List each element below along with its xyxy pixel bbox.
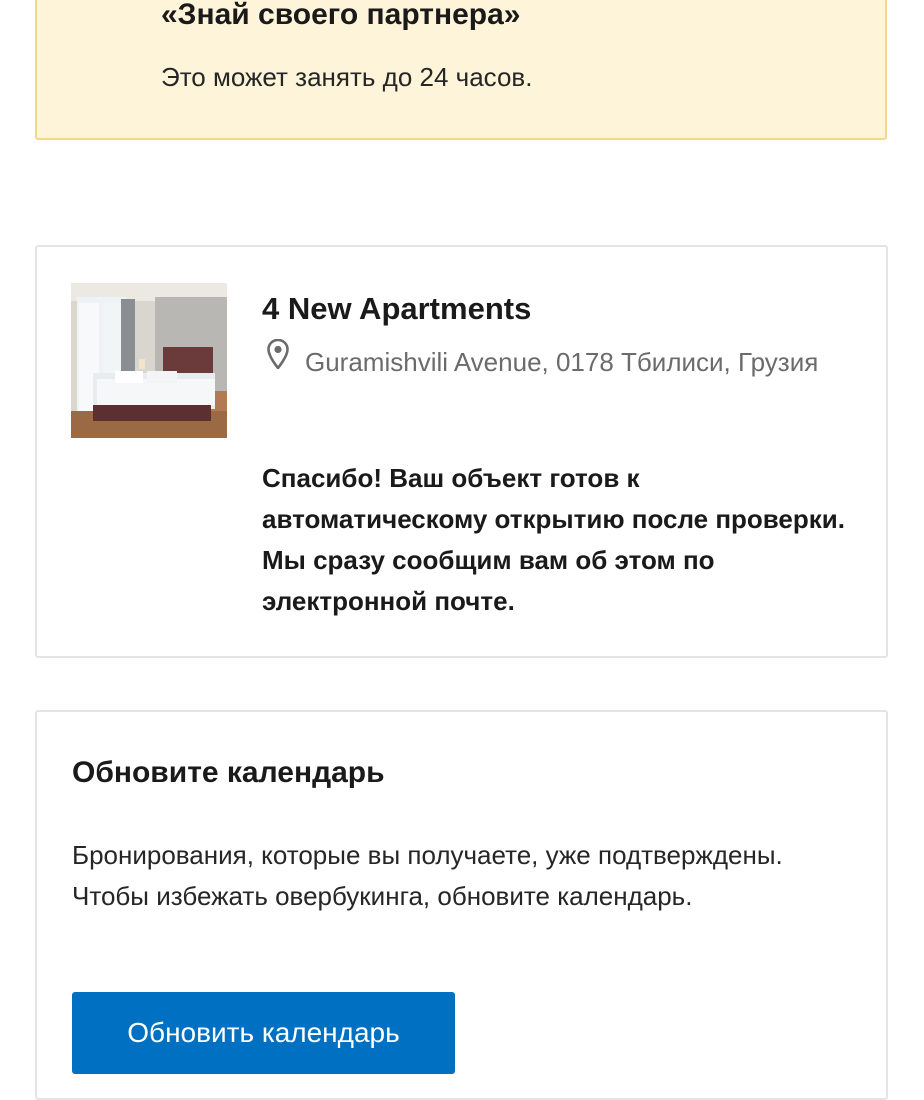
property-card: 4 New Apartments Guramishvili Avenue, 01… bbox=[35, 245, 888, 658]
property-name: 4 New Apartments bbox=[262, 291, 532, 326]
calendar-text: Бронирования, которые вы получаете, уже … bbox=[72, 840, 783, 911]
notice-title: «Знай своего партнера» bbox=[161, 0, 521, 31]
notice-text: Это может занять до 24 часов. bbox=[161, 62, 533, 92]
property-address: Guramishvili Avenue, 0178 Тбилиси, Грузи… bbox=[305, 347, 819, 377]
property-photo bbox=[71, 283, 227, 438]
calendar-title: Обновите календарь bbox=[72, 756, 385, 789]
confirmation-message: Спасибо! Ваш объект готов к автоматическ… bbox=[262, 463, 845, 616]
update-calendar-button[interactable]: Обновить календарь bbox=[72, 992, 455, 1074]
calendar-card: Обновите календарь Бронирования, которые… bbox=[35, 710, 888, 1100]
verification-notice: «Знай своего партнера» Это может занять … bbox=[35, 0, 887, 140]
